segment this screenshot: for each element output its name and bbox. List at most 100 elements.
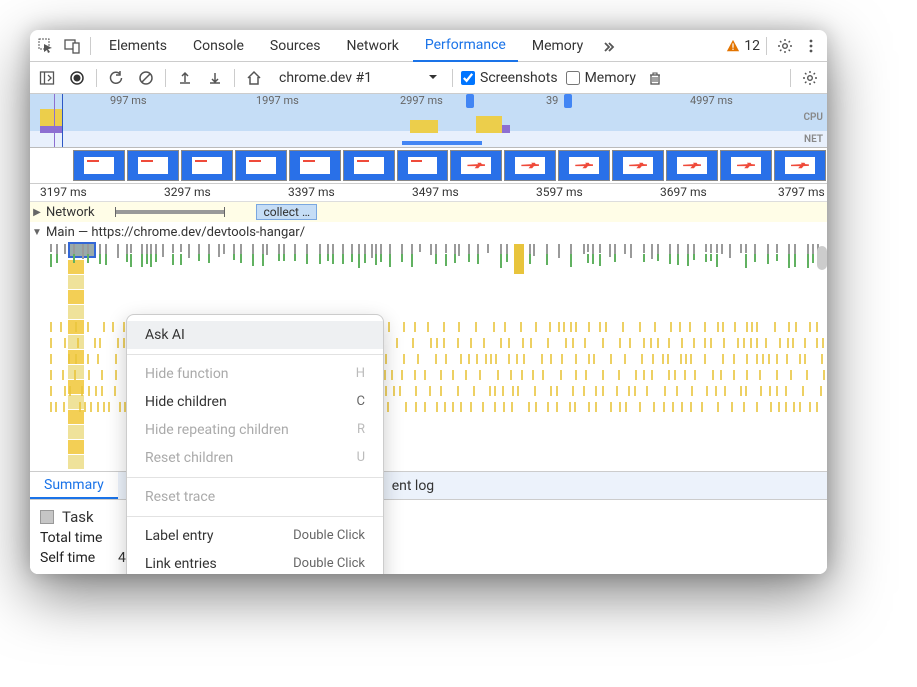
- screenshots-input[interactable]: [461, 71, 475, 85]
- record-button[interactable]: [66, 67, 88, 89]
- screenshot-thumb[interactable]: [127, 150, 179, 181]
- memory-checkbox[interactable]: Memory: [566, 70, 636, 86]
- download-icon[interactable]: [204, 67, 226, 89]
- screenshot-thumb[interactable]: [666, 150, 718, 181]
- reload-record-icon[interactable]: [105, 67, 127, 89]
- divider: [90, 37, 91, 55]
- screenshot-thumb[interactable]: [343, 150, 395, 181]
- network-request-bar[interactable]: [115, 210, 225, 214]
- task-heading: Task: [62, 508, 94, 526]
- menu-separator: [127, 477, 383, 478]
- screenshot-thumb[interactable]: [504, 150, 556, 181]
- menu-item-shortcut: H: [356, 366, 365, 382]
- ruler-tick: 3797 ms: [778, 185, 825, 199]
- menu-item-link-entries[interactable]: Link entriesDouble Click: [127, 550, 383, 574]
- net-label: NET: [804, 134, 823, 145]
- menu-item-label: Hide function: [145, 366, 229, 382]
- tab-elements[interactable]: Elements: [97, 30, 179, 62]
- screenshot-thumb[interactable]: [289, 150, 341, 181]
- ruler-tick: 3597 ms: [536, 185, 583, 199]
- collect-button[interactable]: collect …: [256, 204, 317, 220]
- screenshot-thumb[interactable]: [181, 150, 233, 181]
- overview-tick: 1997 ms: [256, 94, 299, 107]
- screenshot-thumb[interactable]: [720, 150, 772, 181]
- timeline-overview[interactable]: 997 ms 1997 ms 2997 ms 39 4997 ms CPU NE…: [30, 94, 827, 148]
- overview-tick: 2997 ms: [400, 94, 443, 107]
- gc-icon[interactable]: [644, 67, 666, 89]
- main-label: Main — https://chrome.dev/devtools-hanga…: [44, 225, 305, 240]
- ruler-tick: 3197 ms: [40, 185, 87, 199]
- total-time-label: Total time: [40, 530, 110, 546]
- screenshot-thumb[interactable]: [612, 150, 664, 181]
- ruler-tick: 3297 ms: [164, 185, 211, 199]
- ruler-tick: 3497 ms: [412, 185, 459, 199]
- network-track-header[interactable]: ▶ Network collect …: [30, 202, 827, 222]
- divider: [96, 69, 97, 87]
- menu-item-label: Hide children: [145, 394, 227, 410]
- divider: [165, 69, 166, 87]
- upload-icon[interactable]: [174, 67, 196, 89]
- inspect-icon[interactable]: [34, 34, 58, 58]
- range-handle-right[interactable]: [564, 94, 572, 108]
- screenshot-thumb[interactable]: [774, 150, 826, 181]
- overview-tick: 39: [546, 94, 558, 107]
- network-label: Network: [44, 205, 95, 220]
- call-stack[interactable]: [68, 260, 84, 470]
- tab-performance[interactable]: Performance: [413, 30, 518, 62]
- menu-item-reset-trace: Reset trace: [127, 483, 383, 511]
- screenshots-checkbox[interactable]: Screenshots: [461, 70, 558, 86]
- tab-network[interactable]: Network: [335, 30, 411, 62]
- menu-item-label: Label entry: [145, 528, 214, 544]
- device-toggle-icon[interactable]: [60, 34, 84, 58]
- menu-item-hide-repeating-children: Hide repeating childrenR: [127, 416, 383, 444]
- screenshot-thumb[interactable]: [73, 150, 125, 181]
- menu-item-ask-ai[interactable]: Ask AI: [127, 321, 383, 349]
- home-icon[interactable]: [243, 67, 265, 89]
- kebab-menu-icon[interactable]: [799, 34, 823, 58]
- memory-input[interactable]: [566, 71, 580, 85]
- main-track-header[interactable]: ▼ Main — https://chrome.dev/devtools-han…: [30, 222, 827, 242]
- screenshot-thumb[interactable]: [397, 150, 449, 181]
- menu-separator: [127, 516, 383, 517]
- menu-item-shortcut: U: [357, 450, 365, 466]
- menu-item-hide-children[interactable]: Hide children C: [127, 388, 383, 416]
- recording-selector[interactable]: chrome.dev #1: [273, 68, 444, 88]
- performance-toolbar: chrome.dev #1 Screenshots Memory: [30, 62, 827, 94]
- menu-item-label: Ask AI: [145, 327, 185, 343]
- tab-console[interactable]: Console: [181, 30, 256, 62]
- collapse-icon[interactable]: ▼: [30, 227, 44, 238]
- menu-item-label: Reset children: [145, 450, 233, 466]
- tab-event-log-partial[interactable]: ent log: [378, 472, 448, 499]
- warnings-badge[interactable]: 12: [726, 38, 760, 54]
- scrollbar[interactable]: [817, 246, 827, 270]
- range-handle-left[interactable]: [466, 94, 474, 108]
- settings-icon[interactable]: [773, 34, 797, 58]
- task-color-swatch: [40, 510, 54, 524]
- recording-name: chrome.dev #1: [279, 70, 372, 86]
- screenshot-thumb[interactable]: [558, 150, 610, 181]
- tab-summary[interactable]: Summary: [30, 472, 118, 499]
- menu-item-shortcut: R: [357, 422, 365, 438]
- ruler-tick: 3397 ms: [288, 185, 335, 199]
- screenshot-thumb[interactable]: [235, 150, 287, 181]
- menu-item-label-entry[interactable]: Label entry Double Click: [127, 522, 383, 550]
- menu-item-label: Link entries: [145, 556, 217, 572]
- time-ruler[interactable]: 3197 ms 3297 ms 3397 ms 3497 ms 3597 ms …: [30, 184, 827, 202]
- divider: [766, 37, 767, 55]
- screenshot-strip[interactable]: [30, 148, 827, 184]
- toggle-sidebar-icon[interactable]: [36, 67, 58, 89]
- expand-icon[interactable]: ▶: [30, 207, 44, 218]
- screenshot-thumb[interactable]: [450, 150, 502, 181]
- more-tabs-icon[interactable]: [597, 34, 621, 58]
- self-time-label: Self time: [40, 550, 110, 566]
- menu-separator: [127, 354, 383, 355]
- menu-item-shortcut: Double Click: [293, 528, 365, 544]
- menu-item-label: Reset trace: [145, 489, 215, 505]
- tab-memory[interactable]: Memory: [520, 30, 595, 62]
- clear-icon[interactable]: [135, 67, 157, 89]
- warning-count: 12: [744, 38, 760, 54]
- tab-sources[interactable]: Sources: [258, 30, 333, 62]
- capture-settings-icon[interactable]: [799, 67, 821, 89]
- menu-item-shortcut: C: [357, 394, 365, 410]
- divider: [790, 69, 791, 87]
